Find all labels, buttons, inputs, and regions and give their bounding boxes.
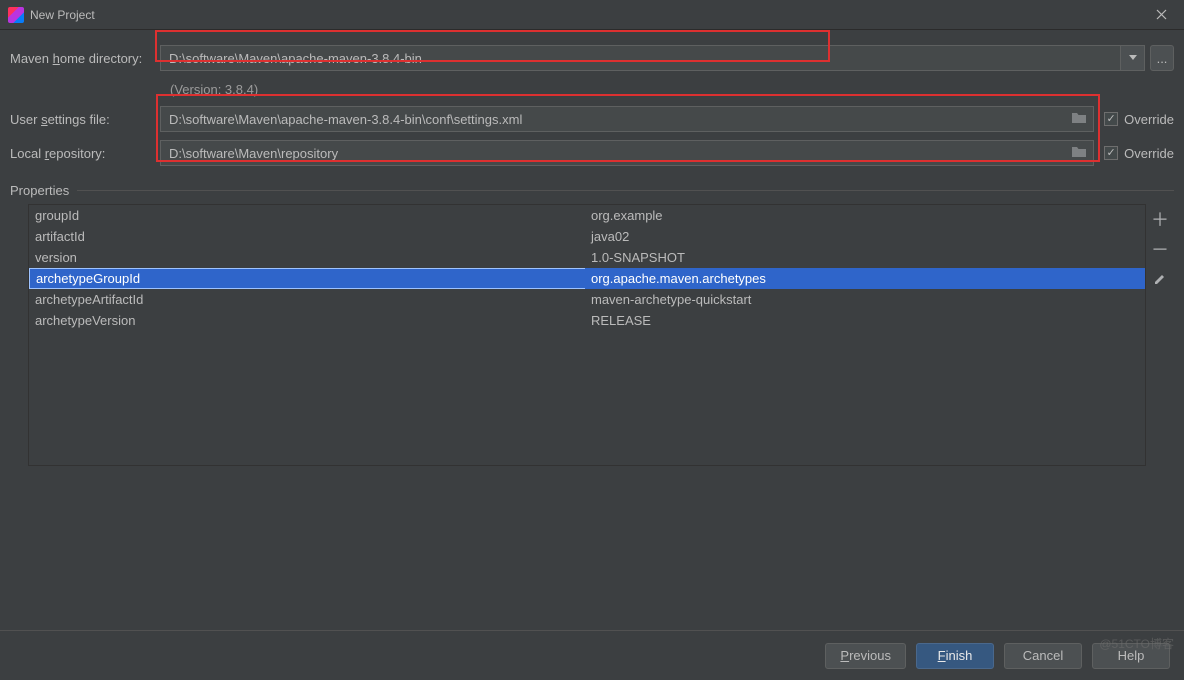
table-row[interactable]: groupIdorg.example: [29, 205, 1145, 226]
user-settings-input[interactable]: D:\software\Maven\apache-maven-3.8.4-bin…: [160, 106, 1094, 132]
add-property-button[interactable]: ＋: [1149, 208, 1171, 230]
finish-button[interactable]: Finish: [916, 643, 994, 669]
property-value: maven-archetype-quickstart: [585, 292, 1145, 307]
property-key: archetypeGroupId: [29, 268, 585, 289]
window-title: New Project: [30, 8, 95, 22]
table-row[interactable]: version1.0-SNAPSHOT: [29, 247, 1145, 268]
properties-header: Properties: [10, 183, 1174, 198]
properties-table[interactable]: groupIdorg.exampleartifactIdjava02versio…: [28, 204, 1146, 466]
local-repo-input[interactable]: D:\software\Maven\repository: [160, 140, 1094, 166]
table-row[interactable]: archetypeVersionRELEASE: [29, 310, 1145, 331]
property-value: org.example: [585, 208, 1145, 223]
maven-home-input[interactable]: D:\software\Maven\apache-maven-3.8.4-bin: [160, 45, 1121, 71]
property-key: archetypeArtifactId: [29, 292, 585, 307]
user-settings-label: User settings file:: [10, 112, 160, 127]
app-icon: [8, 7, 24, 23]
override-settings-label: Override: [1124, 112, 1174, 127]
property-value: org.apache.maven.archetypes: [585, 271, 1145, 286]
table-row[interactable]: archetypeGroupIdorg.apache.maven.archety…: [29, 268, 1145, 289]
property-key: artifactId: [29, 229, 585, 244]
table-row[interactable]: archetypeArtifactIdmaven-archetype-quick…: [29, 289, 1145, 310]
property-value: java02: [585, 229, 1145, 244]
override-repo-label: Override: [1124, 146, 1174, 161]
maven-home-dropdown[interactable]: [1121, 45, 1145, 71]
edit-property-button[interactable]: [1149, 268, 1171, 290]
folder-icon[interactable]: [1071, 111, 1087, 128]
local-repo-value: D:\software\Maven\repository: [169, 146, 338, 161]
property-key: groupId: [29, 208, 585, 223]
previous-button[interactable]: Previous: [825, 643, 906, 669]
maven-version-hint: (Version: 3.8.4): [170, 82, 1174, 97]
button-bar: Previous Finish Cancel Help: [0, 630, 1184, 680]
local-repo-label: Local repository:: [10, 146, 160, 161]
properties-label: Properties: [10, 183, 69, 198]
override-settings-checkbox[interactable]: [1104, 112, 1118, 126]
watermark: @51CTO博客: [1099, 635, 1174, 652]
override-repo-checkbox[interactable]: [1104, 146, 1118, 160]
table-row[interactable]: artifactIdjava02: [29, 226, 1145, 247]
property-key: version: [29, 250, 585, 265]
maven-home-browse-button[interactable]: ...: [1150, 45, 1174, 71]
property-value: RELEASE: [585, 313, 1145, 328]
titlebar: New Project: [0, 0, 1184, 30]
close-button[interactable]: [1146, 1, 1176, 29]
maven-home-label: Maven home directory:: [10, 51, 160, 66]
remove-property-button[interactable]: －: [1149, 238, 1171, 260]
property-value: 1.0-SNAPSHOT: [585, 250, 1145, 265]
property-key: archetypeVersion: [29, 313, 585, 328]
user-settings-value: D:\software\Maven\apache-maven-3.8.4-bin…: [169, 112, 522, 127]
cancel-button[interactable]: Cancel: [1004, 643, 1082, 669]
folder-icon[interactable]: [1071, 145, 1087, 162]
